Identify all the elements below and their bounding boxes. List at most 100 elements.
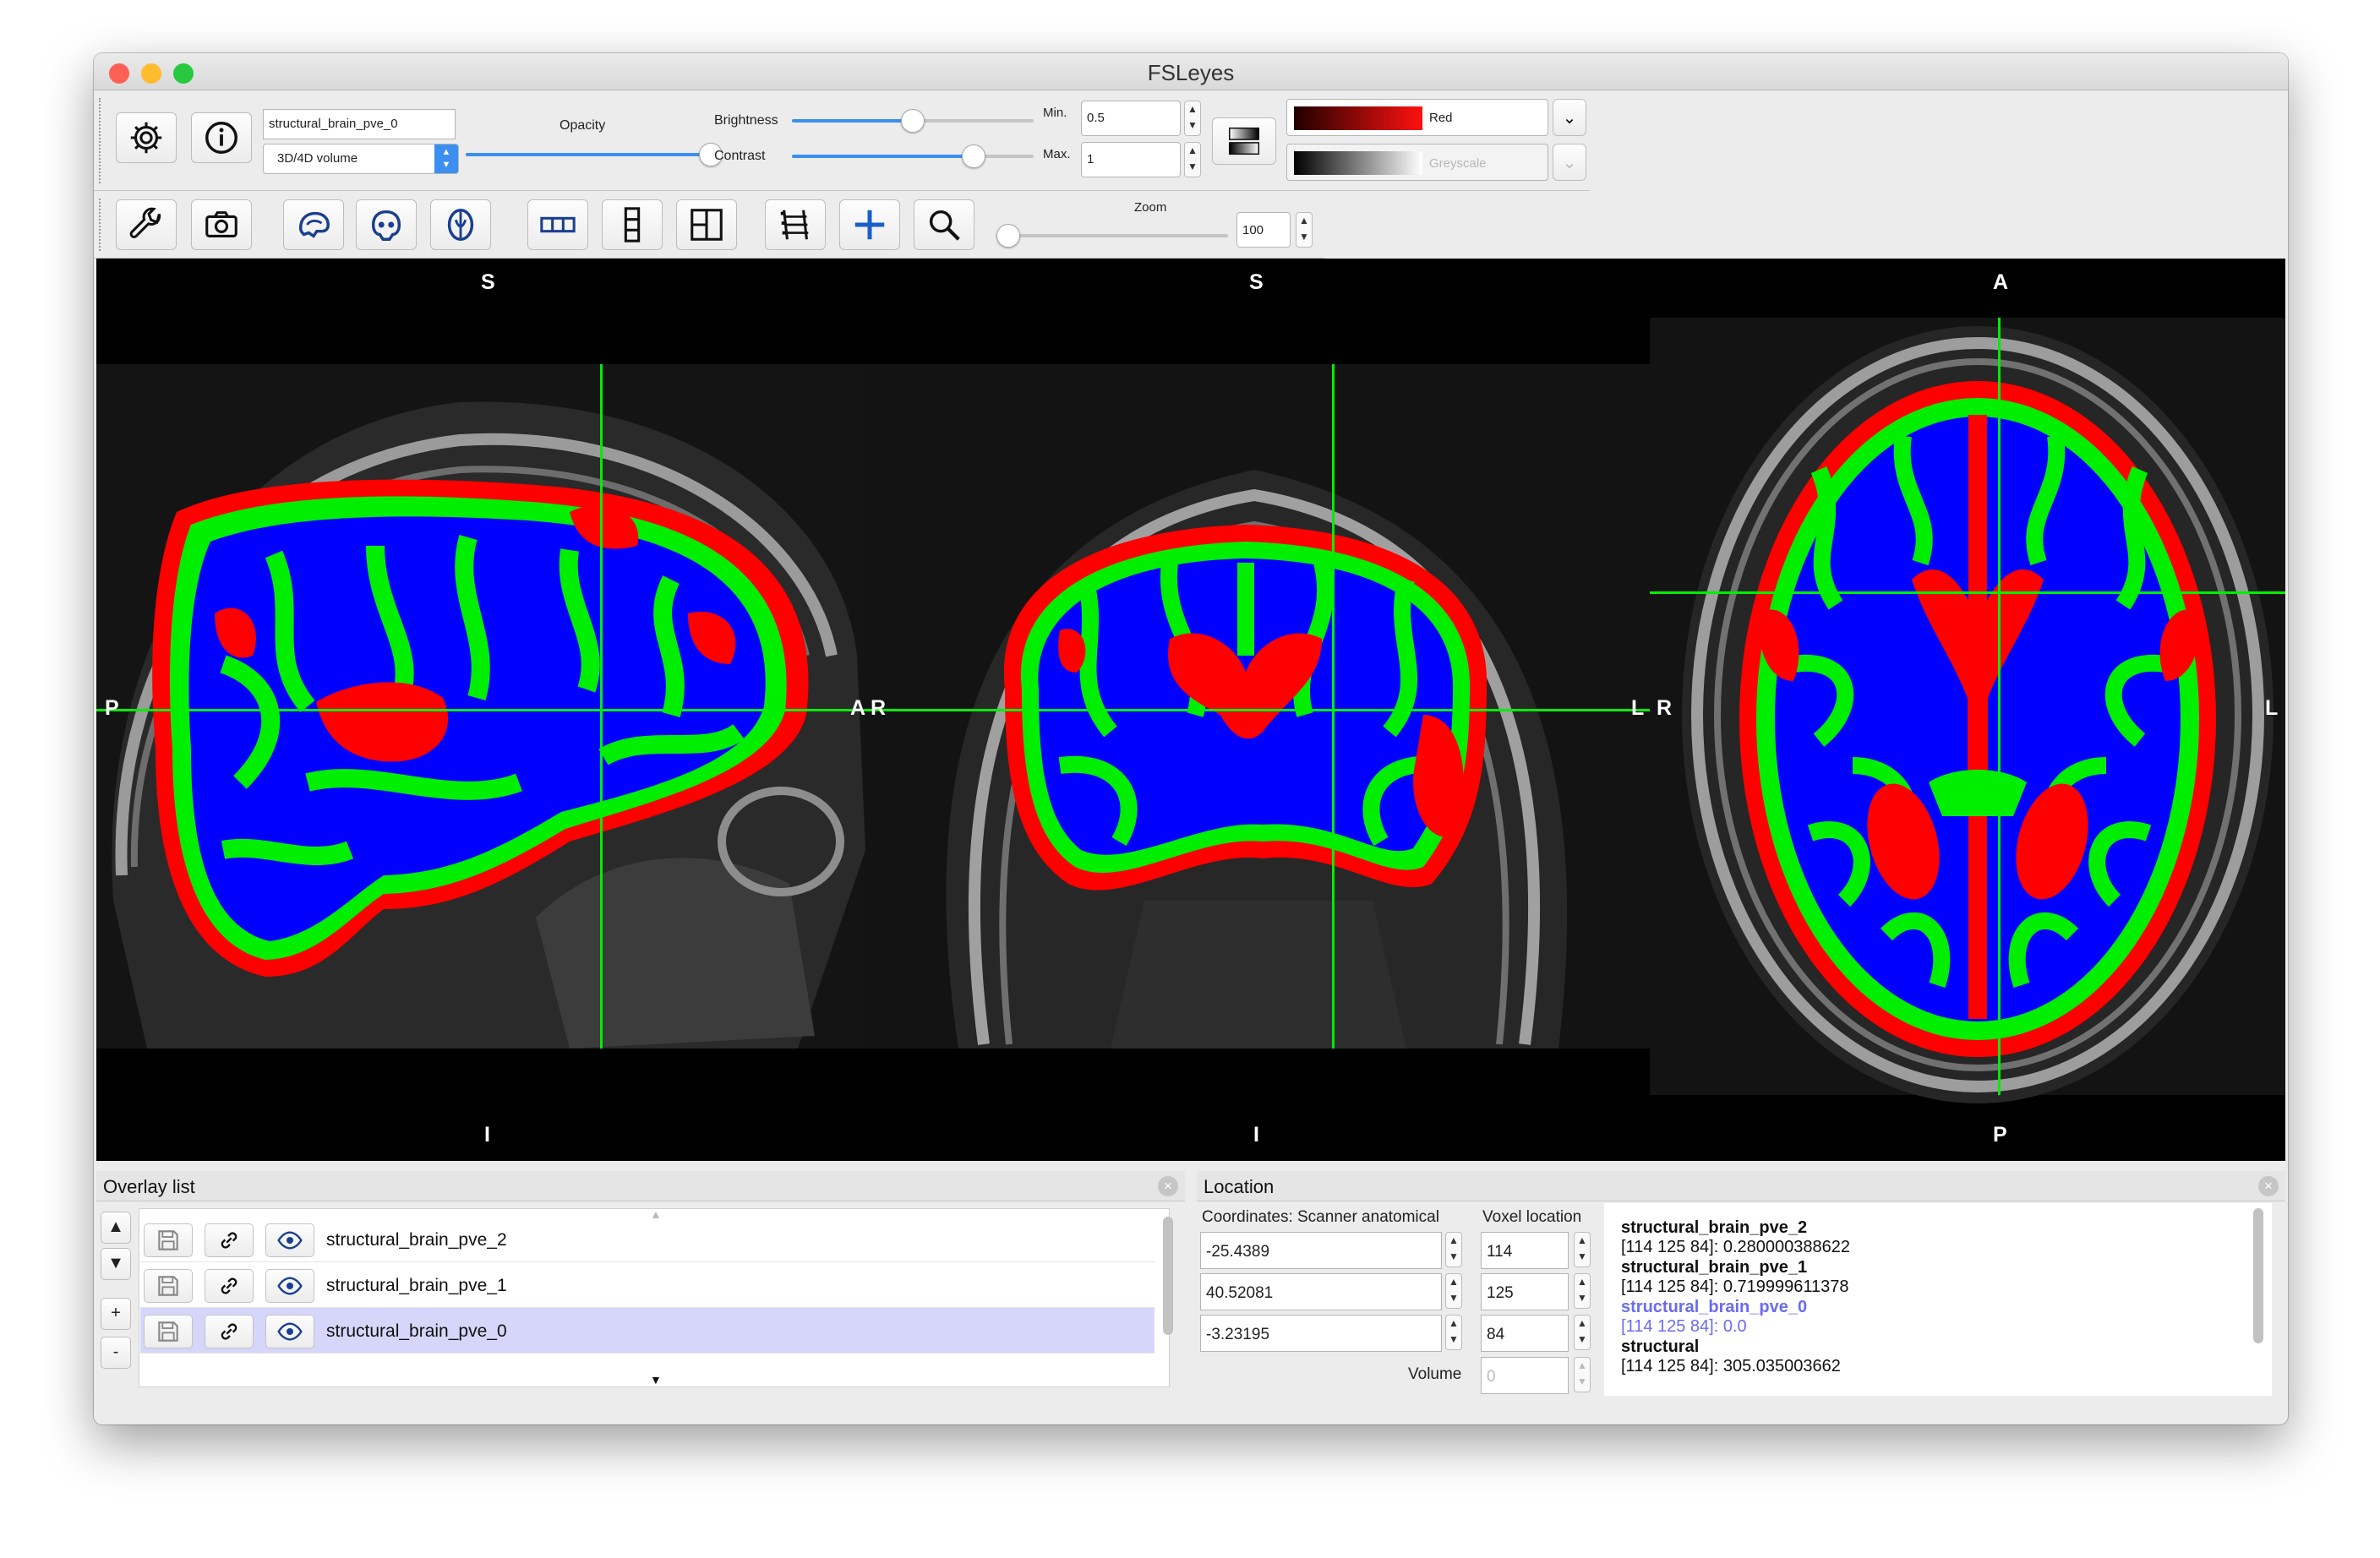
toolbar-grip-2[interactable] [99, 199, 104, 251]
camera-icon [205, 211, 237, 237]
sagittal-label-left: P [105, 696, 119, 720]
voxel-z-field[interactable]: 84 [1481, 1315, 1569, 1352]
scroll-down-indicator[interactable]: ▼ [650, 1373, 662, 1386]
link-icon [221, 1323, 237, 1340]
save-overlay-button[interactable] [144, 1315, 193, 1348]
min-stepper[interactable]: ▲ ▼ [1184, 101, 1201, 136]
coord-x-stepper[interactable]: ▲ ▼ [1445, 1232, 1462, 1267]
coronal-brain-icon [371, 210, 401, 241]
sagittal-label-top: S [481, 270, 495, 294]
move-up-button[interactable]: ▲ [101, 1212, 131, 1244]
link-overlay-button[interactable] [205, 1269, 254, 1303]
close-overlay-list-button[interactable]: × [1158, 1176, 1178, 1196]
min-field[interactable]: 0.5 [1081, 101, 1181, 136]
location-info-scrollbar[interactable] [2253, 1208, 2263, 1343]
floppy-disk-icon [158, 1230, 178, 1250]
overlay-name-field[interactable]: structural_brain_pve_0 [263, 109, 456, 139]
info-icon [205, 122, 237, 154]
coronal-label-right: L [1631, 696, 1645, 720]
reset-zoom-button[interactable] [914, 199, 974, 250]
zoom-slider[interactable] [996, 224, 1228, 248]
voxel-y-field[interactable]: 125 [1481, 1273, 1569, 1310]
overlay-type-value: 3D/4D volume [277, 151, 358, 166]
toolbar-grip[interactable] [99, 98, 104, 183]
axial-label-left: R [1657, 696, 1673, 720]
sagittal-label-right: A [850, 696, 866, 720]
invert-colormap-button[interactable] [1212, 117, 1276, 165]
invert-cmap-icon [1228, 127, 1260, 155]
axial-crosshair-horizontal [1650, 591, 2285, 594]
max-field[interactable]: 1 [1081, 142, 1181, 177]
coord-y-stepper[interactable]: ▲ ▼ [1445, 1273, 1462, 1309]
horizontal-layout-icon [540, 216, 576, 233]
link-overlay-button[interactable] [205, 1223, 254, 1257]
coord-z-stepper[interactable]: ▲ ▼ [1445, 1315, 1462, 1350]
grid-layout-button[interactable] [676, 199, 737, 250]
close-location-button[interactable]: × [2258, 1176, 2279, 1196]
axial-brain-icon [447, 209, 474, 241]
overlay-list-scrollbar[interactable] [1163, 1217, 1173, 1335]
vertical-layout-button[interactable] [602, 199, 663, 250]
axial-label-right: L [2265, 696, 2279, 720]
contrast-slider-thumb[interactable] [961, 144, 985, 168]
voxel-x-stepper[interactable]: ▲ ▼ [1574, 1232, 1591, 1267]
contrast-slider[interactable] [792, 144, 1034, 168]
negative-colormap-select[interactable]: Greyscale [1286, 144, 1548, 181]
zoom-field[interactable]: 100 [1236, 212, 1291, 248]
coord-y-field[interactable]: 40.52081 [1200, 1273, 1442, 1310]
zoom-slider-thumb[interactable] [996, 224, 1020, 248]
toggle-visibility-button[interactable] [265, 1223, 314, 1257]
colormap-select[interactable]: Red [1286, 99, 1548, 136]
coord-x-field[interactable]: -25.4389 [1200, 1232, 1442, 1269]
info-value-structural: [114 125 84]: 305.035003662 [1621, 1357, 1841, 1376]
contrast-label: Contrast [714, 149, 766, 163]
save-overlay-button[interactable] [144, 1269, 193, 1303]
horizontal-layout-button[interactable] [527, 199, 588, 250]
ortho-view-canvas[interactable]: S I P A S I R L A P R L [96, 259, 2285, 1161]
negative-colormap-dropdown-button[interactable]: ⌄ [1553, 144, 1586, 181]
overlay-row[interactable]: structural_brain_pve_2 [140, 1217, 1155, 1262]
overlay-row[interactable]: structural_brain_pve_1 [140, 1262, 1155, 1308]
toggle-coronal-button[interactable] [356, 199, 417, 250]
coronal-view[interactable]: S I R L [865, 259, 1650, 1161]
add-overlay-button[interactable]: + [101, 1298, 131, 1330]
save-overlay-button[interactable] [144, 1223, 193, 1257]
overlay-name: structural_brain_pve_2 [326, 1230, 507, 1250]
overlay-list-header: Overlay list × [96, 1171, 1185, 1201]
info-name-pve2: structural_brain_pve_2 [1621, 1218, 1808, 1237]
toggle-axial-button[interactable] [430, 199, 491, 250]
sagittal-view[interactable]: S I P A [96, 259, 865, 1161]
opacity-slider[interactable] [466, 143, 723, 166]
voxel-y-stepper[interactable]: ▲ ▼ [1574, 1273, 1591, 1309]
overlay-name: structural_brain_pve_0 [326, 1321, 507, 1341]
view-settings-button[interactable] [116, 199, 177, 250]
move-down-button[interactable]: ▼ [101, 1248, 131, 1280]
voxel-z-stepper[interactable]: ▲ ▼ [1574, 1315, 1591, 1350]
voxel-x-field[interactable]: 114 [1481, 1232, 1569, 1269]
overlay-info-button[interactable] [191, 112, 252, 163]
colormap-dropdown-button[interactable]: ⌄ [1553, 99, 1586, 136]
location-header: Location × [1197, 1171, 2285, 1201]
link-overlay-button[interactable] [205, 1315, 254, 1348]
toggle-visibility-button[interactable] [265, 1315, 314, 1348]
screenshot-button[interactable] [191, 199, 252, 250]
toggle-cursor-button[interactable] [839, 199, 900, 250]
coord-z-field[interactable]: -3.23195 [1200, 1315, 1442, 1352]
toggle-visibility-button[interactable] [265, 1269, 314, 1303]
ortho-toolbar: Zoom 100 ▲ ▼ [94, 192, 1324, 259]
zoom-stepper[interactable]: ▲ ▼ [1296, 212, 1313, 248]
overlay-type-select[interactable]: 3D/4D volume ▲ ▼ [263, 144, 459, 174]
max-stepper[interactable]: ▲ ▼ [1184, 142, 1201, 177]
volume-label: Volume [1408, 1365, 1462, 1383]
overlay-row-selected[interactable]: structural_brain_pve_0 [140, 1308, 1155, 1354]
volume-stepper[interactable]: ▲ ▼ [1574, 1357, 1591, 1392]
volume-field[interactable]: 0 [1481, 1357, 1569, 1394]
brightness-slider-thumb[interactable] [901, 109, 925, 133]
axial-view[interactable]: A P R L [1650, 259, 2285, 1161]
movie-mode-button[interactable] [765, 199, 826, 250]
select-arrows-icon: ▲ ▼ [434, 144, 458, 173]
brightness-slider[interactable] [792, 109, 1034, 133]
remove-overlay-button[interactable]: - [101, 1337, 131, 1369]
display-settings-button[interactable] [116, 112, 177, 163]
toggle-sagittal-button[interactable] [283, 199, 344, 250]
